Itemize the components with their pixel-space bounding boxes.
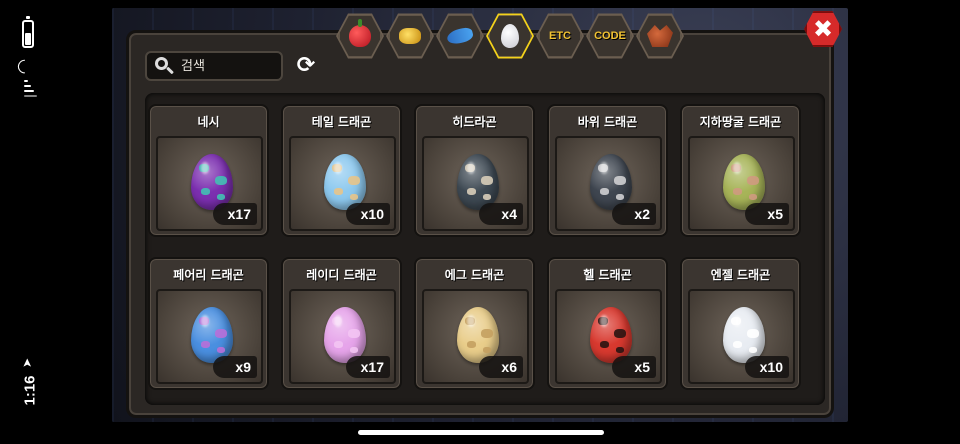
search-box[interactable] <box>145 51 283 81</box>
egg-count: x4 <box>479 203 523 225</box>
egg-card[interactable]: 에그 드래곤 x6 <box>414 257 535 390</box>
egg-name: 테일 드래곤 <box>311 115 372 129</box>
tab-code[interactable]: CODE <box>586 12 634 60</box>
fish-icon <box>445 25 475 47</box>
egg-image <box>324 154 366 210</box>
egg-card[interactable]: 엔젤 드래곤 x10 <box>680 257 801 390</box>
egg-frame: x2 <box>555 136 662 231</box>
egg-image <box>590 307 632 363</box>
egg-frame: x5 <box>555 289 662 384</box>
egg-grid: 네시 x17 테일 드래곤 x10 히드라곤 x4 바위 드래곤 x2 지하땅굴… <box>148 104 818 390</box>
egg-count: x5 <box>612 356 656 378</box>
egg-frame: x5 <box>688 136 795 231</box>
egg-name: 바위 드래곤 <box>577 115 638 129</box>
egg-frame: x10 <box>688 289 795 384</box>
egg-name: 지하땅굴 드래곤 <box>699 115 782 129</box>
egg-name: 에그 드래곤 <box>444 268 505 282</box>
tab-etc[interactable]: ETC <box>536 12 584 60</box>
refresh-icon: ⟳ <box>296 53 316 78</box>
egg-frame: x9 <box>156 289 263 384</box>
status-clock: 1:16 <box>21 375 39 406</box>
egg-name: 히드라곤 <box>452 115 497 129</box>
egg-name: 네시 <box>197 115 220 129</box>
dragon-icon <box>647 25 673 47</box>
egg-frame: x17 <box>156 136 263 231</box>
gold-icon <box>399 28 421 44</box>
egg-image <box>723 307 765 363</box>
fruit-icon <box>349 19 371 47</box>
egg-name: 헬 드래곤 <box>583 268 632 282</box>
egg-image <box>457 154 499 210</box>
egg-icon <box>501 24 519 48</box>
egg-frame: x10 <box>289 136 396 231</box>
egg-count: x10 <box>346 203 390 225</box>
egg-image <box>457 307 499 363</box>
egg-card[interactable]: 헬 드래곤 x5 <box>547 257 668 390</box>
tab-fruit[interactable] <box>336 12 384 60</box>
egg-frame: x17 <box>289 289 396 384</box>
status-bar: ◠ ➤ 1:16 <box>0 0 62 444</box>
search-input[interactable] <box>181 58 277 74</box>
egg-image <box>590 154 632 210</box>
egg-name: 엔젤 드래곤 <box>710 268 771 282</box>
egg-image <box>191 307 233 363</box>
egg-count: x5 <box>745 203 789 225</box>
egg-card[interactable]: 페어리 드래곤 x9 <box>148 257 269 390</box>
egg-count: x2 <box>612 203 656 225</box>
tab-code-label: CODE <box>594 30 626 42</box>
egg-image <box>723 154 765 210</box>
egg-card[interactable]: 바위 드래곤 x2 <box>547 104 668 237</box>
egg-count: x6 <box>479 356 523 378</box>
egg-card[interactable]: 테일 드래곤 x10 <box>281 104 402 237</box>
signal-icon <box>24 80 38 98</box>
egg-frame: x4 <box>422 136 529 231</box>
tab-egg[interactable] <box>486 12 534 60</box>
egg-count: x10 <box>745 356 789 378</box>
egg-name: 페어리 드래곤 <box>173 268 244 282</box>
egg-name: 레이디 드래곤 <box>306 268 377 282</box>
battery-icon <box>22 16 34 48</box>
egg-image <box>191 154 233 210</box>
close-icon: ✖ <box>812 15 834 43</box>
tab-dragon[interactable] <box>636 12 684 60</box>
egg-card[interactable]: 네시 x17 <box>148 104 269 237</box>
egg-card[interactable]: 히드라곤 x4 <box>414 104 535 237</box>
egg-count: x9 <box>213 356 257 378</box>
egg-count: x17 <box>213 203 257 225</box>
egg-card[interactable]: 레이디 드래곤 x17 <box>281 257 402 390</box>
tab-etc-label: ETC <box>549 30 571 42</box>
wifi-icon: ◠ <box>13 58 35 75</box>
category-tabs: ETC CODE <box>336 12 684 68</box>
tab-gold[interactable] <box>386 12 434 60</box>
tab-fish[interactable] <box>436 12 484 60</box>
refresh-button[interactable]: ⟳ <box>293 53 319 79</box>
egg-count: x17 <box>346 356 390 378</box>
search-icon <box>153 55 175 77</box>
egg-image <box>324 307 366 363</box>
home-indicator[interactable] <box>358 430 604 435</box>
egg-card[interactable]: 지하땅굴 드래곤 x5 <box>680 104 801 237</box>
egg-frame: x6 <box>422 289 529 384</box>
